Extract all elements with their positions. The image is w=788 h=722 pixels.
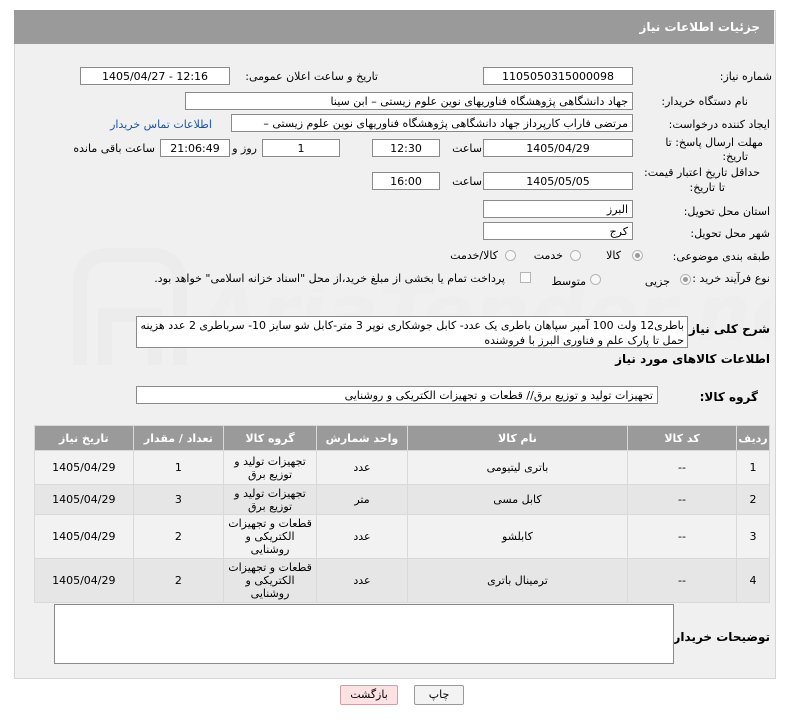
cell-code: -- (626, 450, 738, 485)
cell-date: 1405/04/29 (34, 514, 134, 559)
description-field[interactable]: باطری12 ولت 100 آمپر سپاهان باطری یک عدد… (136, 316, 688, 348)
cell-row: 2 (736, 484, 770, 515)
goods-section-title: اطلاعات کالاهای مورد نیاز (615, 352, 770, 366)
remaining-time-field: 21:06:49 (160, 139, 230, 157)
cell-group: قطعات و تجهیزات الکتریکی و روشنایی (223, 514, 317, 559)
cell-code: -- (626, 484, 738, 515)
cell-group: تجهیزات تولید و توزیع برق (223, 484, 317, 515)
validity-label: حداقل تاریخ اعتبار قیمت: (644, 166, 760, 179)
cell-group: قطعات و تجهیزات الکتریکی و روشنایی (223, 558, 317, 603)
print-button[interactable]: چاپ (414, 685, 464, 705)
panel-title: جزئیات اطلاعات نیاز (639, 20, 760, 34)
cell-qty: 1 (132, 450, 225, 485)
contact-info-link[interactable]: اطلاعات تماس خریدار (110, 118, 212, 131)
cell-date: 1405/04/29 (34, 484, 134, 515)
process-option-minor: جزیی (644, 275, 670, 288)
table-header-row: ردیف کد کالا نام کالا واحد شمارش گروه کا… (34, 425, 770, 451)
cell-unit: عدد (315, 558, 408, 603)
payment-note: پرداخت تمام یا بخشی از مبلغ خرید،از محل … (154, 272, 505, 285)
cell-row: 1 (736, 450, 770, 485)
goods-group-field: تجهیزات تولید و توزیع برق// قطعات و تجهی… (136, 386, 658, 404)
province-label: استان محل تحویل: (683, 205, 770, 218)
notes-textarea[interactable] (54, 604, 674, 664)
cell-qty: 2 (132, 514, 225, 559)
col-date: تاریخ نیاز (34, 425, 134, 451)
category-label: طبقه بندی موضوعی: (672, 250, 770, 263)
announce-label: تاریخ و ساعت اعلان عمومی: (245, 70, 378, 83)
days-field: 1 (262, 139, 340, 157)
cell-code: -- (626, 558, 738, 603)
city-field: کرج (483, 222, 633, 240)
days-label: روز و (232, 142, 257, 155)
col-group: گروه کالا (223, 425, 317, 451)
process-label: نوع فرآیند خرید : (692, 272, 770, 285)
cell-name: ترمینال باتری (406, 558, 628, 603)
table-row: 3 -- کابلشو عدد قطعات و تجهیزات الکتریکی… (34, 514, 770, 559)
cell-unit: عدد (315, 514, 408, 559)
cell-name: کابل مسی (406, 484, 628, 515)
col-qty: تعداد / مقدار (132, 425, 225, 451)
goods-group-label: گروه کالا: (699, 390, 758, 404)
validity-time-label: ساعت (452, 175, 482, 188)
cell-name: باتری لیتیومی (406, 450, 628, 485)
cell-date: 1405/04/29 (34, 558, 134, 603)
panel-header: جزئیات اطلاعات نیاز (14, 10, 774, 44)
cell-qty: 2 (132, 558, 225, 603)
deadline-time-field: 12:30 (372, 139, 440, 157)
need-number-label: شماره نیاز: (719, 70, 772, 83)
description-label: شرح کلی نیاز: (684, 322, 770, 336)
need-number-field: 1105050315000098 (483, 67, 633, 85)
back-button[interactable]: بازگشت (340, 685, 398, 705)
buyer-org-field: جهاد دانشگاهی پژوهشگاه فناوریهای نوین عل… (185, 92, 633, 110)
col-name: نام کالا (406, 425, 628, 451)
validity-time-field: 16:00 (372, 172, 440, 190)
table-row: 1 -- باتری لیتیومی عدد تجهیزات تولید و ت… (34, 450, 770, 485)
col-code: کد کالا (626, 425, 738, 451)
table-row: 2 -- کابل مسی متر تجهیزات تولید و توزیع … (34, 484, 770, 515)
cell-name: کابلشو (406, 514, 628, 559)
deadline-label-2: تاریخ: (722, 150, 748, 163)
category-option-goods: کالا (606, 249, 621, 262)
col-unit: واحد شمارش (315, 425, 408, 451)
process-radio-minor[interactable] (680, 274, 691, 285)
col-row: ردیف (736, 425, 770, 451)
buyer-org-label: نام دستگاه خریدار: (661, 95, 748, 108)
creator-field: مرتضی فاراب کارپرداز جهاد دانشگاهی پژوهش… (231, 114, 633, 132)
city-label: شهر محل تحویل: (690, 227, 770, 240)
category-radio-goods[interactable] (632, 250, 643, 261)
cell-date: 1405/04/29 (34, 450, 134, 485)
validity-date-field: 1405/05/05 (483, 172, 633, 190)
table-row: 4 -- ترمینال باتری عدد قطعات و تجهیزات ا… (34, 558, 770, 603)
deadline-time-label: ساعت (452, 142, 482, 155)
deadline-date-field: 1405/04/29 (483, 139, 633, 157)
category-radio-service[interactable] (570, 250, 581, 261)
category-radio-goods-service[interactable] (505, 250, 516, 261)
remaining-label: ساعت باقی مانده (73, 142, 155, 155)
payment-checkbox[interactable] (520, 272, 531, 283)
cell-unit: متر (315, 484, 408, 515)
category-option-goods-service: کالا/خدمت (450, 249, 498, 262)
cell-qty: 3 (132, 484, 225, 515)
process-option-medium: متوسط (551, 275, 586, 288)
cell-row: 4 (736, 558, 770, 603)
cell-row: 3 (736, 514, 770, 559)
province-field: البرز (483, 200, 633, 218)
cell-code: -- (626, 514, 738, 559)
goods-table: ردیف کد کالا نام کالا واحد شمارش گروه کا… (34, 425, 770, 603)
cell-group: تجهیزات تولید و توزیع برق (223, 450, 317, 485)
announce-field: 1405/04/27 - 12:16 (80, 67, 230, 85)
validity-label-2: تا تاریخ: (689, 181, 725, 194)
creator-label: ایجاد کننده درخواست: (668, 118, 770, 131)
cell-unit: عدد (315, 450, 408, 485)
notes-label: توضیحات خریدار: (668, 630, 770, 644)
category-option-service: خدمت (533, 249, 563, 262)
process-radio-medium[interactable] (590, 274, 601, 285)
deadline-label: مهلت ارسال پاسخ: تا (665, 136, 763, 149)
